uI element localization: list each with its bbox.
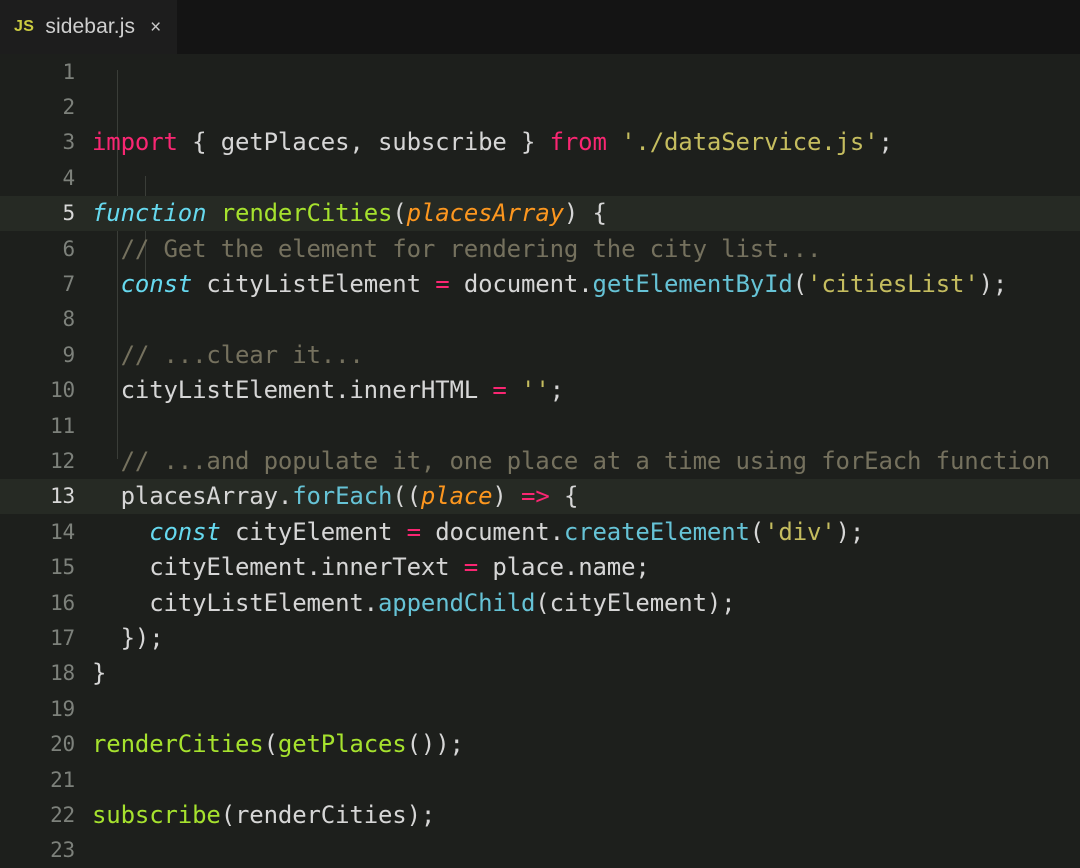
- code-line[interactable]: 20 renderCities(getPlaces());: [0, 726, 1080, 761]
- code-line[interactable]: 15 cityElement.innerText = place.name;: [0, 549, 1080, 584]
- line-number: 19: [50, 696, 75, 721]
- line-number: 22: [50, 802, 75, 827]
- code-line[interactable]: 6 // Get the element for rendering the c…: [0, 231, 1080, 266]
- tab-bar-empty-area: [177, 0, 1080, 54]
- line-number: 14: [50, 519, 75, 544]
- line-number: 3: [62, 130, 76, 155]
- code-line[interactable]: 12 // ...and populate it, one place at a…: [0, 443, 1080, 478]
- line-number: 4: [62, 165, 76, 190]
- line-content: // ...and populate it, one place at a ti…: [92, 446, 1051, 475]
- code-line[interactable]: 7 const cityListElement = document.getEl…: [0, 266, 1080, 301]
- code-line[interactable]: 1: [0, 54, 1080, 89]
- tab-sidebar-js[interactable]: JS sidebar.js ×: [0, 0, 178, 54]
- line-content: placesArray.forEach((place) => {: [92, 482, 579, 511]
- line-number: 12: [50, 448, 75, 473]
- line-number: 13: [50, 484, 75, 509]
- code-line[interactable]: 10 cityListElement.innerHTML = '';: [0, 373, 1080, 408]
- javascript-file-icon: JS: [14, 18, 35, 35]
- code-line[interactable]: 14 const cityElement = document.createEl…: [0, 514, 1080, 549]
- line-content: cityElement.innerText = place.name;: [92, 553, 650, 582]
- line-number: 10: [50, 378, 75, 403]
- code-line[interactable]: 23: [0, 833, 1080, 868]
- code-line-active[interactable]: 13 placesArray.forEach((place) => {: [0, 478, 1080, 515]
- code-editor-window: JS sidebar.js × 1 2 3 import { getPlaces…: [0, 0, 1080, 868]
- code-lines: 1 2 3 import { getPlaces, subscribe } fr…: [0, 54, 1080, 868]
- line-content: const cityListElement = document.getElem…: [120, 270, 1008, 299]
- code-line[interactable]: 18 }: [0, 656, 1080, 691]
- editor-area[interactable]: 1 2 3 import { getPlaces, subscribe } fr…: [0, 54, 1080, 868]
- line-content: cityListElement.innerHTML = '';: [92, 376, 564, 405]
- line-content: subscribe(renderCities);: [92, 800, 436, 829]
- line-content: });: [92, 623, 164, 652]
- code-line[interactable]: 16 cityListElement.appendChild(cityEleme…: [0, 585, 1080, 620]
- line-number: 11: [50, 413, 75, 438]
- line-content: }: [92, 659, 107, 688]
- line-number: 9: [62, 342, 76, 367]
- line-content: cityListElement.appendChild(cityElement)…: [92, 588, 736, 617]
- code-line[interactable]: 22 subscribe(renderCities);: [0, 797, 1080, 832]
- code-line[interactable]: 19: [0, 691, 1080, 726]
- line-number: 2: [62, 95, 76, 120]
- code-line[interactable]: 4: [0, 160, 1080, 195]
- line-content: import { getPlaces, subscribe } from './…: [92, 128, 893, 157]
- line-number: 15: [50, 555, 75, 580]
- code-line[interactable]: 8: [0, 302, 1080, 337]
- code-line[interactable]: 17 });: [0, 620, 1080, 655]
- tab-bar: JS sidebar.js ×: [0, 0, 1080, 54]
- line-number: 17: [50, 625, 75, 650]
- line-number: 16: [50, 590, 75, 615]
- line-number: 18: [50, 661, 75, 686]
- code-line[interactable]: 3 import { getPlaces, subscribe } from '…: [0, 125, 1080, 160]
- code-line[interactable]: 21: [0, 762, 1080, 797]
- line-number: 8: [62, 307, 76, 332]
- line-number: 1: [62, 59, 76, 84]
- code-line[interactable]: 2: [0, 89, 1080, 124]
- tab-label: sidebar.js: [45, 15, 136, 38]
- line-number: 7: [62, 272, 76, 297]
- line-content: // Get the element for rendering the cit…: [92, 234, 822, 263]
- code-line-highlighted[interactable]: 5 function renderCities(placesArray) {: [0, 195, 1080, 231]
- close-icon[interactable]: ×: [150, 18, 161, 37]
- line-content: const cityElement = document.createEleme…: [149, 517, 865, 546]
- code-line[interactable]: 11: [0, 408, 1080, 443]
- code-line[interactable]: 9 // ...clear it...: [0, 337, 1080, 372]
- line-number: 21: [50, 767, 75, 792]
- line-content: // ...clear it...: [92, 340, 364, 369]
- line-number: 5: [62, 201, 76, 226]
- line-content: renderCities(getPlaces());: [92, 730, 464, 759]
- line-content: function renderCities(placesArray) {: [92, 199, 607, 228]
- line-number: 23: [50, 838, 75, 863]
- line-number: 6: [62, 236, 76, 261]
- line-number: 20: [50, 732, 75, 757]
